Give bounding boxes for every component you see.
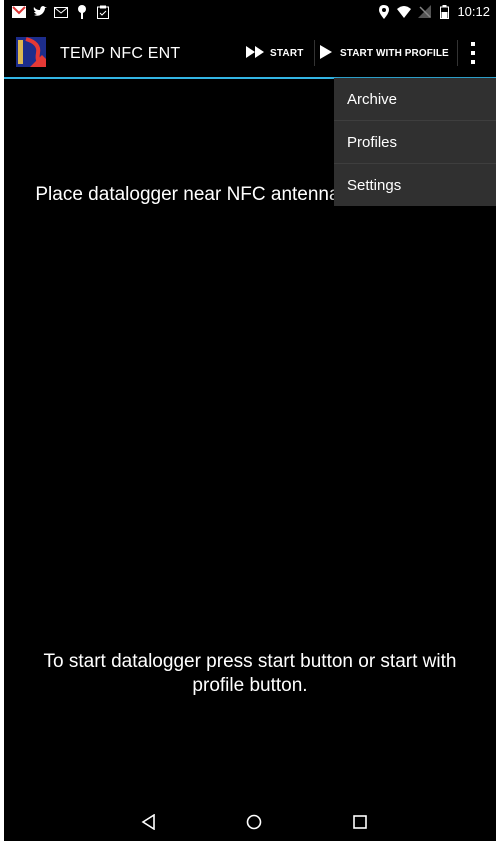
gmail-icon	[12, 5, 26, 19]
play-icon	[320, 44, 332, 62]
navigation-bar	[4, 800, 496, 841]
start-with-profile-button[interactable]: START WITH PROFILE	[320, 40, 458, 66]
twitter-icon	[33, 5, 47, 19]
status-bar: 10:12	[4, 0, 496, 26]
start-with-profile-label: START WITH PROFILE	[340, 47, 449, 59]
menu-item-profiles[interactable]: Profiles	[334, 121, 496, 164]
overflow-menu-icon[interactable]	[466, 42, 480, 64]
battery-icon	[437, 4, 451, 19]
wifi-icon	[397, 5, 412, 19]
pin-icon	[75, 5, 89, 19]
overflow-menu: Archive Profiles Settings	[334, 78, 496, 206]
menu-item-settings[interactable]: Settings	[334, 164, 496, 206]
start-button-label: START	[270, 47, 304, 59]
recents-icon[interactable]	[350, 812, 370, 832]
clipboard-icon	[96, 5, 110, 19]
menu-item-archive[interactable]: Archive	[334, 78, 496, 121]
start-button[interactable]: START	[246, 40, 315, 66]
home-icon[interactable]	[244, 812, 264, 832]
mail-icon	[54, 5, 68, 19]
action-bar: TEMP NFC ENT START START WITH PROFILE	[4, 26, 496, 79]
back-icon[interactable]	[139, 812, 159, 832]
no-signal-icon	[417, 5, 431, 19]
instruction-text-bottom: To start datalogger press start button o…	[43, 651, 457, 696]
app-screen: 10:12 TEMP NFC ENT START START WITH PROF…	[4, 0, 496, 841]
fast-forward-icon	[246, 45, 264, 61]
clock: 10:12	[457, 4, 490, 19]
app-logo	[16, 37, 46, 67]
app-title: TEMP NFC ENT	[60, 45, 181, 62]
location-icon	[377, 4, 391, 19]
